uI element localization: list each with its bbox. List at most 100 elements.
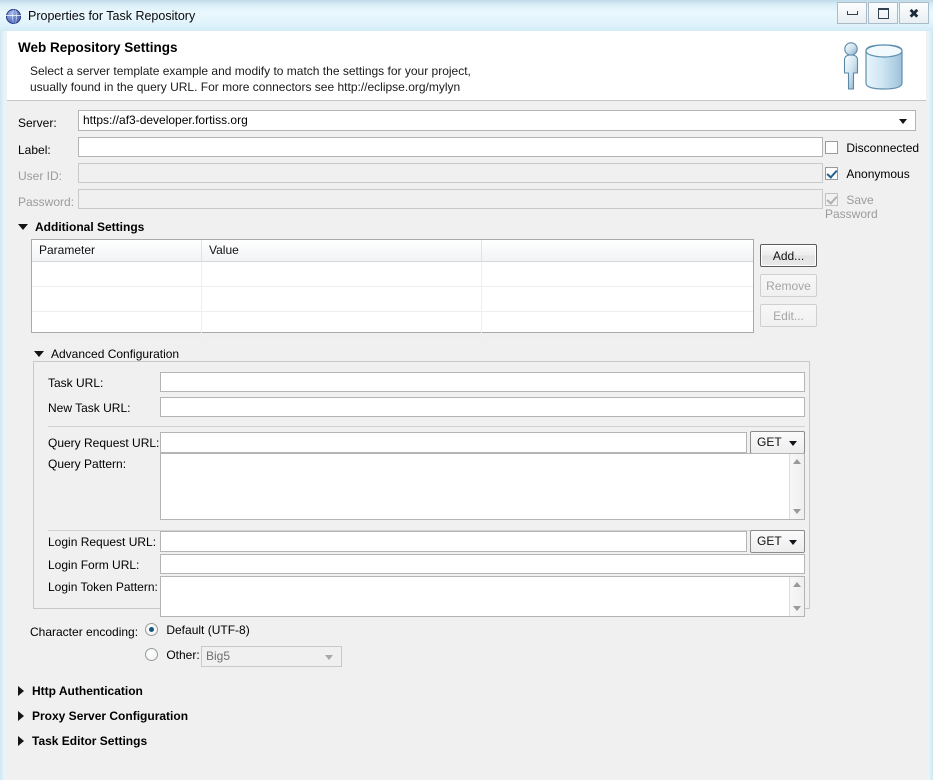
login-token-pattern-textarea[interactable] xyxy=(160,576,805,617)
label-input[interactable] xyxy=(78,137,823,157)
task-url-input[interactable] xyxy=(160,372,805,392)
disconnected-checkbox-box xyxy=(825,141,838,154)
close-button[interactable]: ✖ xyxy=(899,2,929,24)
password-input[interactable] xyxy=(78,189,823,209)
divider xyxy=(48,426,805,427)
query-request-method-combo[interactable]: GET xyxy=(750,431,805,454)
label-label: Label: xyxy=(18,143,51,157)
table-header-row: Parameter Value xyxy=(32,240,753,262)
minimize-button[interactable] xyxy=(837,2,867,24)
maximize-button[interactable] xyxy=(868,2,898,24)
chevron-down-icon xyxy=(789,540,797,545)
scroll-down-icon[interactable] xyxy=(793,606,801,611)
table-cell xyxy=(482,262,753,286)
table-cell xyxy=(482,287,753,311)
anonymous-label: Anonymous xyxy=(846,167,910,181)
remove-button[interactable]: Remove xyxy=(760,274,817,297)
window-controls: ✖ xyxy=(836,2,929,24)
proxy-server-configuration-label: Proxy Server Configuration xyxy=(32,709,189,723)
page-description-line2: usually found in the query URL. For more… xyxy=(30,80,461,94)
new-task-url-input[interactable] xyxy=(160,397,805,417)
title-bar: Properties for Task Repository ✖ xyxy=(0,0,933,32)
table-cell xyxy=(32,312,202,336)
advanced-configuration-title: Advanced Configuration xyxy=(51,347,180,361)
login-form-url-input[interactable] xyxy=(160,554,805,574)
additional-settings-title: Additional Settings xyxy=(35,220,145,234)
disconnected-label: Disconnected xyxy=(846,141,920,155)
table-row[interactable] xyxy=(32,287,753,312)
chevron-down-icon xyxy=(899,119,907,124)
twisty-down-icon xyxy=(18,224,28,230)
twisty-right-icon xyxy=(18,686,24,696)
additional-settings-header[interactable]: Additional Settings xyxy=(18,220,144,234)
person-and-database-icon xyxy=(843,42,903,90)
server-combo[interactable]: https://af3-developer.fortiss.org xyxy=(78,110,916,131)
query-pattern-label: Query Pattern: xyxy=(48,457,127,471)
twisty-down-icon xyxy=(34,351,44,357)
window-title: Properties for Task Repository xyxy=(28,9,196,23)
checkbox-disconnected[interactable]: Disconnected xyxy=(825,141,919,155)
encoding-other-radio-dot xyxy=(145,648,158,661)
encoding-default-radio[interactable]: Default (UTF-8) xyxy=(145,623,250,637)
table-cell xyxy=(202,312,482,336)
page-description-line1: Select a server template example and mod… xyxy=(30,64,471,78)
column-header-value[interactable]: Value xyxy=(202,240,482,261)
properties-dialog: Properties for Task Repository ✖ Web Rep… xyxy=(0,0,933,780)
chevron-down-icon xyxy=(789,441,797,446)
login-token-pattern-label: Login Token Pattern: xyxy=(48,580,158,594)
checkbox-save-password[interactable]: Save Password xyxy=(825,193,926,221)
table-cell xyxy=(32,262,202,286)
table-row[interactable] xyxy=(32,262,753,287)
query-pattern-scrollbar[interactable] xyxy=(789,454,804,519)
scroll-down-icon[interactable] xyxy=(793,509,801,514)
login-request-method-combo[interactable]: GET xyxy=(750,530,805,553)
dialog-body: Web Repository Settings Select a server … xyxy=(7,31,926,780)
password-label: Password: xyxy=(18,195,75,209)
advanced-configuration-group: Task URL: New Task URL: Query Request UR… xyxy=(33,361,810,617)
query-request-url-input[interactable] xyxy=(160,432,747,453)
userid-label: User ID: xyxy=(18,169,63,183)
login-request-url-input[interactable] xyxy=(160,531,747,552)
right-edge-strip xyxy=(926,31,933,780)
task-editor-settings-label: Task Editor Settings xyxy=(32,734,148,748)
table-row[interactable] xyxy=(32,312,753,337)
chevron-down-icon xyxy=(325,655,333,660)
section-task-editor-settings[interactable]: Task Editor Settings xyxy=(18,734,147,748)
table-cell xyxy=(202,287,482,311)
encoding-other-value: Big5 xyxy=(206,649,231,663)
table-cell xyxy=(202,262,482,286)
query-pattern-textarea[interactable] xyxy=(160,453,805,520)
encoding-other-combo[interactable]: Big5 xyxy=(201,646,342,667)
login-request-method-value: GET xyxy=(757,534,782,548)
maximize-icon xyxy=(877,7,889,19)
twisty-right-icon xyxy=(18,711,24,721)
page-title: Web Repository Settings xyxy=(18,40,178,55)
anonymous-checkbox-box xyxy=(825,167,838,180)
section-proxy-server-configuration[interactable]: Proxy Server Configuration xyxy=(18,709,188,723)
add-button[interactable]: Add... xyxy=(760,244,817,267)
column-header-extra[interactable] xyxy=(482,240,753,261)
checkbox-anonymous[interactable]: Anonymous xyxy=(825,167,910,181)
userid-input[interactable] xyxy=(78,163,823,183)
page-description: Select a server template example and mod… xyxy=(30,63,730,95)
column-header-parameter[interactable]: Parameter xyxy=(32,240,202,261)
query-request-url-label: Query Request URL: xyxy=(48,436,160,450)
table-cell xyxy=(482,337,753,361)
additional-settings-table[interactable]: Parameter Value xyxy=(31,239,754,361)
scroll-up-icon[interactable] xyxy=(793,459,801,464)
new-task-url-label: New Task URL: xyxy=(48,401,131,415)
scroll-up-icon[interactable] xyxy=(793,582,801,587)
query-request-method-value: GET xyxy=(757,435,782,449)
character-encoding-label: Character encoding: xyxy=(30,625,139,639)
login-request-url-label: Login Request URL: xyxy=(48,535,157,549)
server-label: Server: xyxy=(18,116,57,130)
advanced-configuration-header[interactable]: Advanced Configuration xyxy=(34,347,179,361)
server-value: https://af3-developer.fortiss.org xyxy=(83,113,248,127)
login-token-pattern-scrollbar[interactable] xyxy=(789,577,804,616)
table-cell xyxy=(482,312,753,336)
edit-button[interactable]: Edit... xyxy=(760,304,817,327)
section-http-authentication[interactable]: Http Authentication xyxy=(18,684,143,698)
encoding-other-radio[interactable]: Other: xyxy=(145,648,200,662)
globe-icon xyxy=(6,8,21,24)
table-cell xyxy=(32,287,202,311)
